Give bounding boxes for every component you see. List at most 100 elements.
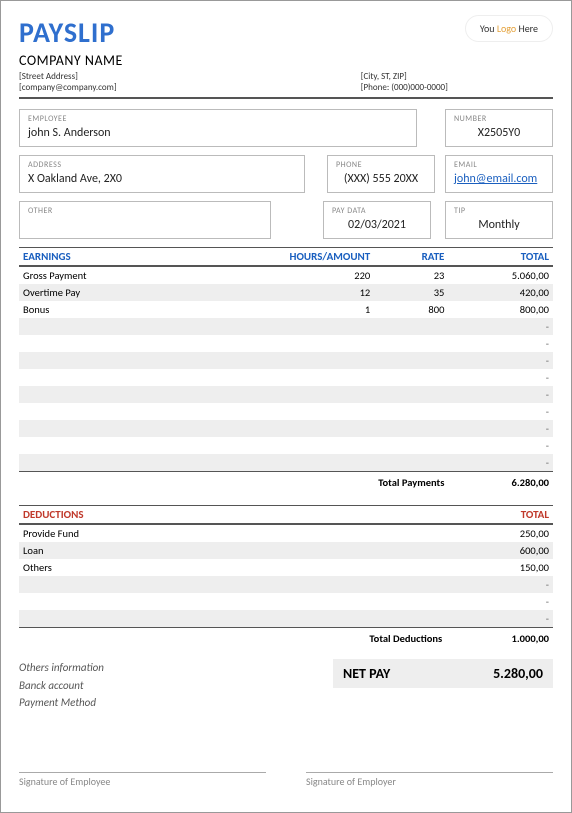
- dash: -: [446, 576, 553, 593]
- table-row: Overtime Pay1235420,00: [19, 284, 553, 301]
- table-row: Provide Fund250,00: [19, 524, 553, 542]
- address-box: ADDRESS X Oakland Ave, 2X0: [19, 155, 305, 193]
- dash: -: [448, 403, 553, 420]
- earn-hours: 220: [268, 266, 374, 284]
- table-row: -: [19, 576, 553, 593]
- table-row: -: [19, 335, 553, 352]
- table-row: Gross Payment220235.060,00: [19, 266, 553, 284]
- net-label: NET PAY: [343, 665, 390, 682]
- phone-box: PHONE (XXX) 555 20XX: [327, 155, 435, 193]
- signatures: Signature of Employee Signature of Emplo…: [19, 772, 553, 788]
- payslip-page: PAYSLIP COMPANY NAME You Logo Here [Stre…: [0, 0, 572, 813]
- earn-hours: 12: [268, 284, 374, 301]
- net-row: Others information Banck account Payment…: [19, 659, 553, 712]
- table-row: -: [19, 386, 553, 403]
- earn-h4: TOTAL: [448, 248, 553, 267]
- paydata-label: PAY DATA: [332, 206, 422, 216]
- employee-label: EMPLOYEE: [28, 114, 408, 124]
- deductions-table: DEDUCTIONS TOTAL Provide Fund250,00Loan6…: [19, 505, 553, 649]
- dash: -: [448, 454, 553, 472]
- earn-name: Bonus: [19, 301, 268, 318]
- dash: -: [448, 420, 553, 437]
- ded-h1: DEDUCTIONS: [19, 506, 446, 525]
- earn-rate: 23: [374, 266, 448, 284]
- address-value: X Oakland Ave, 2X0: [28, 172, 296, 186]
- employee-value: john S. Anderson: [28, 126, 408, 140]
- dash: -: [448, 386, 553, 403]
- earn-total-label: Total Payments: [374, 472, 448, 494]
- table-row: -: [19, 369, 553, 386]
- earn-name: Overtime Pay: [19, 284, 268, 301]
- earn-h1: EARNINGS: [19, 248, 268, 267]
- employee-box: EMPLOYEE john S. Anderson: [19, 109, 417, 147]
- email-value[interactable]: john@email.com: [454, 172, 544, 186]
- table-row: -: [19, 437, 553, 454]
- net-value: 5.280,00: [493, 665, 543, 682]
- company-name: COMPANY NAME: [19, 52, 123, 69]
- address-label: ADDRESS: [28, 160, 296, 170]
- email-label: EMAIL: [454, 160, 544, 170]
- dash: -: [448, 335, 553, 352]
- fields-section: EMPLOYEE john S. Anderson NUMBER X2505Y0…: [19, 109, 553, 239]
- dash: -: [448, 318, 553, 335]
- company-address-row: [Street Address] [company@company.com] […: [19, 71, 553, 99]
- phone-label: PHONE: [336, 160, 426, 170]
- dash: -: [448, 369, 553, 386]
- ded-name: Others: [19, 559, 446, 576]
- company-email-tpl: [company@company.com]: [19, 82, 361, 93]
- earn-rate: 35: [374, 284, 448, 301]
- earn-total-value: 6.280,00: [448, 472, 553, 494]
- table-row: -: [19, 420, 553, 437]
- table-row: -: [19, 352, 553, 369]
- table-row: Bonus1800800,00: [19, 301, 553, 318]
- title-block: PAYSLIP COMPANY NAME: [19, 15, 123, 69]
- ded-total-label: Total Deductions: [19, 628, 446, 650]
- info1: Others information: [19, 659, 333, 677]
- paydata-box: PAY DATA 02/03/2021: [323, 201, 431, 239]
- table-row: -: [19, 318, 553, 335]
- dash: -: [446, 610, 553, 628]
- logo-word: Logo: [497, 22, 516, 35]
- table-row: -: [19, 403, 553, 420]
- earn-total: 5.060,00: [448, 266, 553, 284]
- logo-suffix: Here: [516, 22, 538, 35]
- company-address-right: [City, ST, ZIP] [Phone: (000)000-0000]: [361, 71, 553, 93]
- email-box: EMAIL john@email.com: [445, 155, 553, 193]
- tip-box: TIP Monthly: [445, 201, 553, 239]
- paydata-value: 02/03/2021: [332, 218, 422, 232]
- number-value: X2505Y0: [454, 126, 544, 140]
- ded-total: 600,00: [446, 542, 553, 559]
- doc-title: PAYSLIP: [19, 15, 123, 50]
- dash: -: [448, 352, 553, 369]
- table-row: -: [19, 454, 553, 472]
- table-row: Loan600,00: [19, 542, 553, 559]
- table-row: Others150,00: [19, 559, 553, 576]
- earn-total: 420,00: [448, 284, 553, 301]
- table-row: -: [19, 610, 553, 628]
- header: PAYSLIP COMPANY NAME You Logo Here: [19, 15, 553, 69]
- tip-label: TIP: [454, 206, 544, 216]
- phone-tpl: [Phone: (000)000-0000]: [361, 82, 553, 93]
- number-label: NUMBER: [454, 114, 544, 124]
- ded-name: Loan: [19, 542, 446, 559]
- earn-h2: HOURS/AMOUNT: [268, 248, 374, 267]
- street: [Street Address]: [19, 71, 361, 82]
- other-info: Others information Banck account Payment…: [19, 659, 333, 712]
- table-row: -: [19, 593, 553, 610]
- company-address-left: [Street Address] [company@company.com]: [19, 71, 361, 93]
- earn-hours: 1: [268, 301, 374, 318]
- earn-name: Gross Payment: [19, 266, 268, 284]
- sig-employer: Signature of Employer: [306, 772, 553, 788]
- earn-total: 800,00: [448, 301, 553, 318]
- dash: -: [448, 437, 553, 454]
- info3: Payment Method: [19, 694, 333, 712]
- ded-h4: TOTAL: [446, 506, 553, 525]
- ded-total: 250,00: [446, 524, 553, 542]
- logo-prefix: You: [480, 22, 497, 35]
- ded-total: 150,00: [446, 559, 553, 576]
- dash: -: [446, 593, 553, 610]
- city: [City, ST, ZIP]: [361, 71, 553, 82]
- other-label: OTHER: [28, 206, 262, 216]
- ded-name: Provide Fund: [19, 524, 446, 542]
- sig-employee: Signature of Employee: [19, 772, 266, 788]
